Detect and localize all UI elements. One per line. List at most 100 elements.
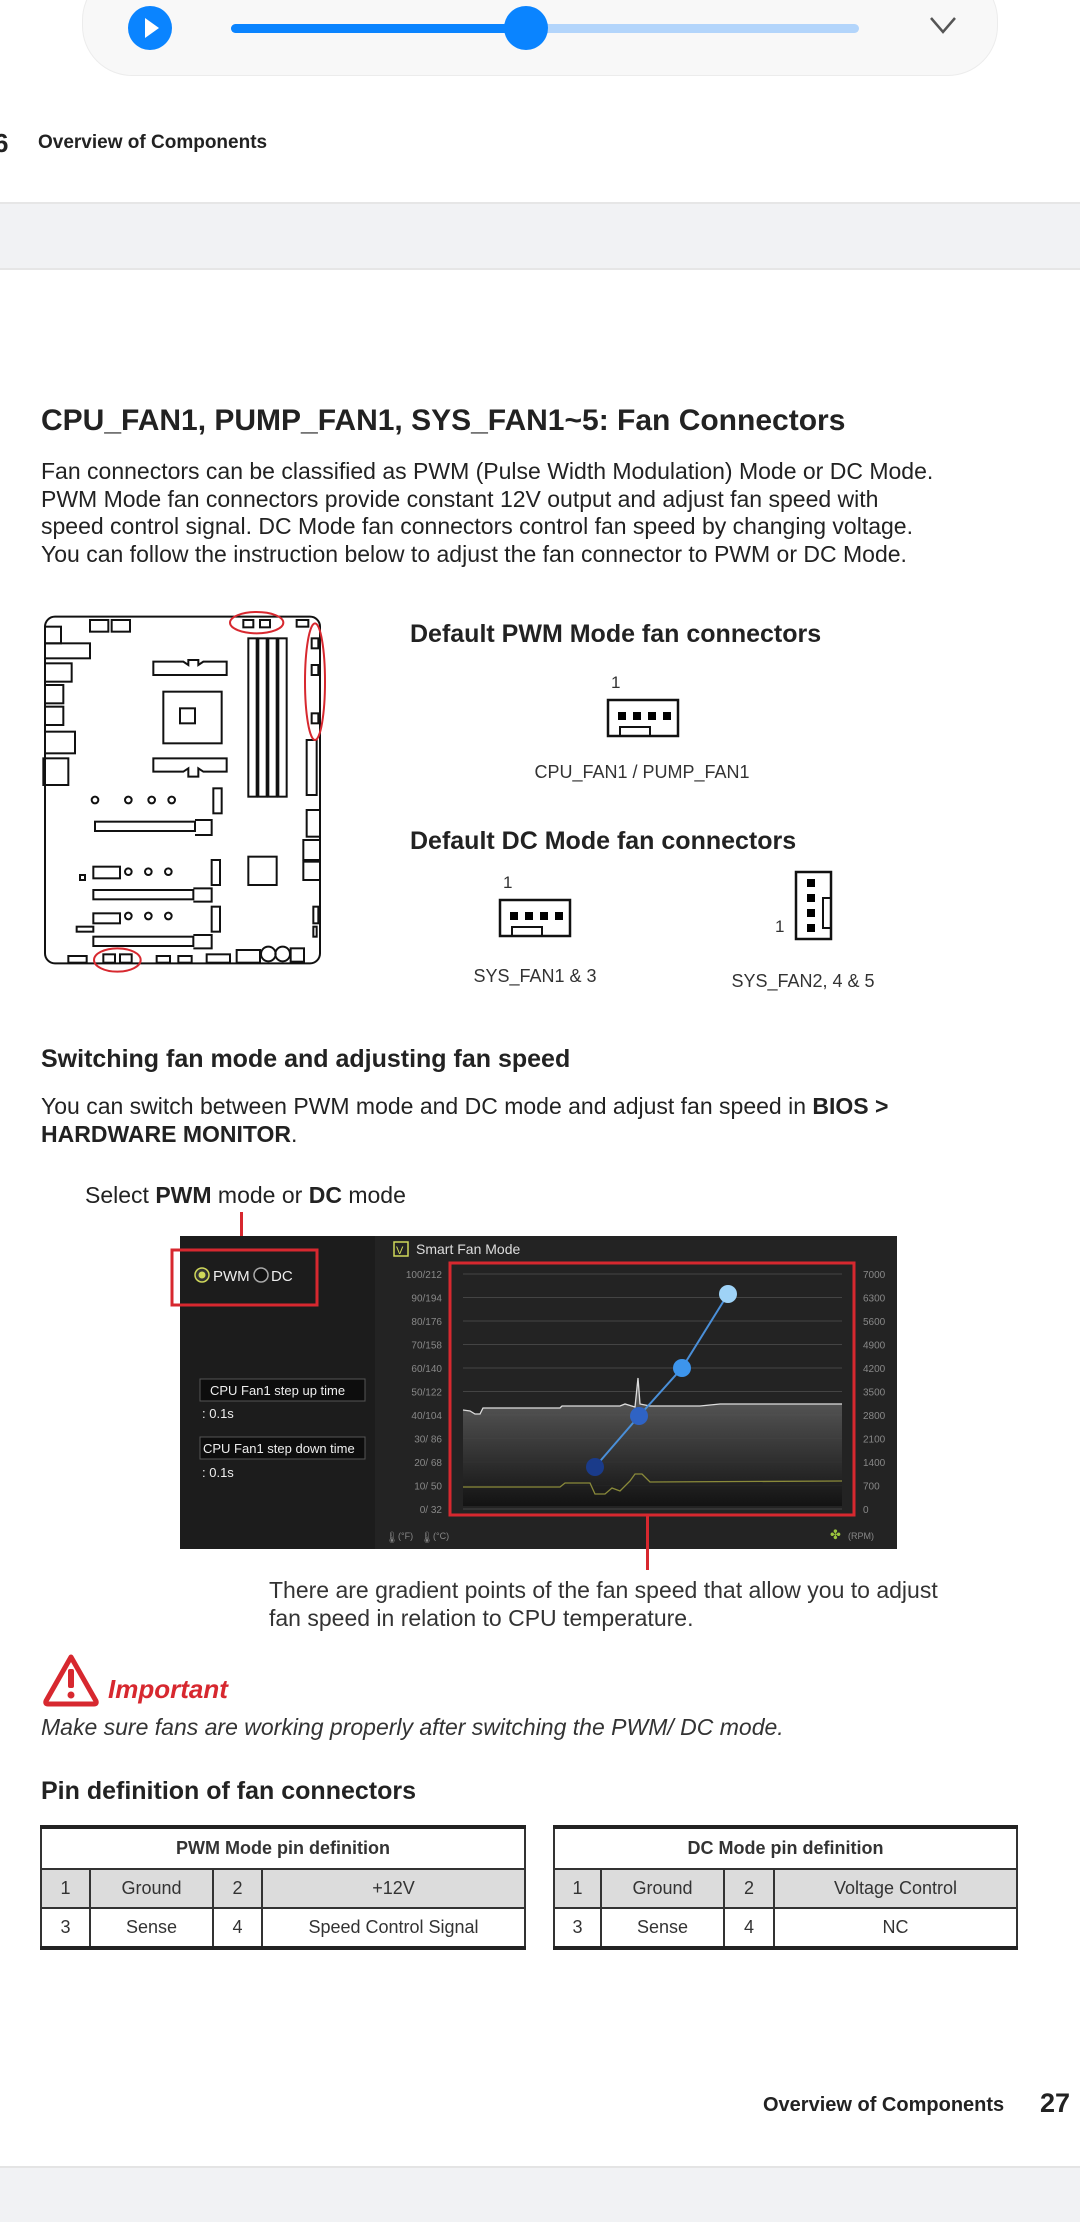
switching-paragraph: You can switch between PWM mode and DC m… — [41, 1093, 888, 1148]
pin-signal: Ground — [600, 1868, 725, 1909]
dc-pin-table: DC Mode pin definition 1 Ground 2 Voltage C… — [553, 1825, 1018, 1950]
table-row: 1 Ground 2 +12V — [40, 1868, 526, 1909]
table-title: DC Mode pin definition — [553, 1825, 1018, 1870]
step-down-value: : 0.1s — [202, 1465, 234, 1480]
left-axis-tick: 10/ 50 — [414, 1482, 442, 1493]
thermometer-c-icon: 🌡 — [420, 1531, 434, 1544]
pin-number: 2 — [723, 1868, 775, 1909]
step-up-value: : 0.1s — [202, 1406, 234, 1421]
select-mode-label: Select PWM mode or DC mode — [85, 1182, 406, 1210]
step-up-label: CPU Fan1 step up time — [210, 1383, 345, 1398]
left-axis-tick: 70/158 — [411, 1341, 442, 1352]
check-icon: V — [396, 1245, 404, 1257]
left-axis-tick: 30/ 86 — [414, 1435, 442, 1446]
pin1-label: 1 — [775, 917, 785, 936]
pin-definition-heading: Pin definition of fan connectors — [41, 1777, 416, 1805]
pin-signal: Sense — [600, 1907, 725, 1950]
page-title: CPU_FAN1, PUMP_FAN1, SYS_FAN1~5: Fan Con… — [41, 404, 846, 437]
callout-line — [646, 1515, 649, 1570]
pin-number: 1 — [40, 1868, 91, 1909]
left-axis-tick: 100/212 — [406, 1270, 443, 1281]
4-pin-horizontal-connector-icon — [498, 898, 572, 938]
fan-curve-point[interactable] — [673, 1359, 691, 1377]
chevron-down-icon[interactable] — [928, 12, 958, 38]
table-row: 3 Sense 4 Speed Control Signal — [40, 1907, 526, 1950]
footer-section-title: Overview of Components — [763, 2094, 1005, 2116]
bios-menu-path: BIOS > — [812, 1093, 889, 1119]
important-label: Important — [108, 1674, 228, 1704]
switching-heading: Switching fan mode and adjusting fan spe… — [41, 1045, 571, 1073]
header-section-title: Overview of Components — [38, 132, 268, 153]
left-axis-tick: 40/104 — [411, 1411, 442, 1422]
highlight-bottom-fan-connectors — [93, 947, 142, 973]
warning-icon — [43, 1654, 99, 1707]
highlight-top-fan-connectors — [228, 611, 285, 635]
left-axis-tick: 50/122 — [411, 1388, 442, 1399]
table-row: 1 Ground 2 Voltage Control — [553, 1868, 1018, 1909]
pin-signal: Speed Control Signal — [261, 1907, 526, 1950]
pin-signal: Voltage Control — [773, 1868, 1018, 1909]
intro-line: PWM Mode fan connectors provide constant… — [41, 485, 879, 512]
unit-rpm-label: (RPM) — [848, 1531, 874, 1541]
fan-curve-point[interactable] — [630, 1407, 648, 1425]
intro-paragraph: Fan connectors can be classified as PWM … — [41, 458, 933, 568]
text: mode or — [211, 1182, 309, 1208]
text: PWM — [155, 1182, 212, 1208]
pin-number: 3 — [40, 1907, 91, 1950]
pin-number: 4 — [212, 1907, 263, 1950]
4-pin-horizontal-connector-icon — [606, 698, 680, 738]
dc-radio[interactable] — [253, 1267, 269, 1283]
right-axis-tick: 700 — [863, 1482, 880, 1493]
smart-fan-label: Smart Fan Mode — [416, 1241, 520, 1257]
slider-thumb[interactable] — [504, 6, 549, 50]
graph-caption: There are gradient points of the fan spe… — [269, 1577, 938, 1632]
pwm-default-heading: Default PWM Mode fan connectors — [410, 620, 822, 648]
pin-signal: Ground — [89, 1868, 214, 1909]
intro-line: speed control signal. DC Mode fan connec… — [41, 513, 913, 539]
pin-number: 3 — [553, 1907, 602, 1950]
pin1-label: 1 — [503, 873, 513, 892]
pin-number: 4 — [723, 1907, 775, 1950]
text: You can switch between PWM mode and DC m… — [41, 1093, 813, 1119]
intro-line: You can follow the instruction below to … — [41, 540, 907, 567]
pin-signal: NC — [773, 1907, 1018, 1950]
left-axis-tick: 60/140 — [411, 1364, 442, 1375]
text: DC — [308, 1182, 342, 1208]
step-down-label: CPU Fan1 step down time — [203, 1441, 355, 1456]
pin-number: 2 — [212, 1868, 263, 1909]
fan-icon: ✤ — [830, 1528, 841, 1543]
play-button[interactable] — [128, 6, 172, 50]
sys-fan245-caption: SYS_FAN2, 4 & 5 — [731, 971, 875, 991]
bios-hardware-monitor-screenshot: PWM DC CPU Fan1 step up time : 0.1s CPU … — [170, 1236, 897, 1549]
unit-c-label: (°C) — [433, 1531, 449, 1541]
text: Select — [85, 1182, 156, 1208]
dc-default-heading: Default DC Mode fan connectors — [410, 827, 797, 855]
intro-line: Fan connectors can be classified as PWM … — [41, 458, 934, 484]
fan-curve-point[interactable] — [719, 1285, 737, 1303]
sys-fan13-caption: SYS_FAN1 & 3 — [473, 966, 597, 986]
table-row: 3 Sense 4 NC — [553, 1907, 1018, 1950]
left-axis-tick: 80/176 — [411, 1317, 442, 1328]
dc-label: DC — [271, 1268, 293, 1285]
left-axis-tick: 20/ 68 — [414, 1458, 442, 1469]
pin-number: 1 — [553, 1868, 602, 1909]
footer-page-number: 27 — [1040, 2088, 1071, 2118]
fan-curve-point[interactable] — [586, 1458, 604, 1476]
left-axis-tick: 0/ 32 — [420, 1505, 443, 1516]
right-axis-tick: 0 — [863, 1505, 869, 1516]
pin-signal: +12V — [261, 1868, 526, 1909]
unit-f-label: (°F) — [398, 1531, 413, 1541]
text: mode — [341, 1182, 406, 1208]
right-axis-tick: 1400 — [863, 1458, 886, 1469]
right-axis-tick: 5600 — [863, 1317, 886, 1328]
right-axis-tick: 4200 — [863, 1364, 886, 1375]
right-axis-tick: 3500 — [863, 1388, 886, 1399]
page-divider-band — [0, 202, 1080, 270]
right-axis-tick: 4900 — [863, 1341, 886, 1352]
important-text: Make sure fans are working properly afte… — [41, 1714, 784, 1740]
header-page-number: 6 — [0, 128, 9, 158]
left-axis-tick: 90/194 — [411, 1294, 442, 1305]
pwm-label: PWM — [213, 1268, 250, 1285]
right-axis-tick: 2100 — [863, 1435, 886, 1446]
right-axis-tick: 2800 — [863, 1411, 886, 1422]
